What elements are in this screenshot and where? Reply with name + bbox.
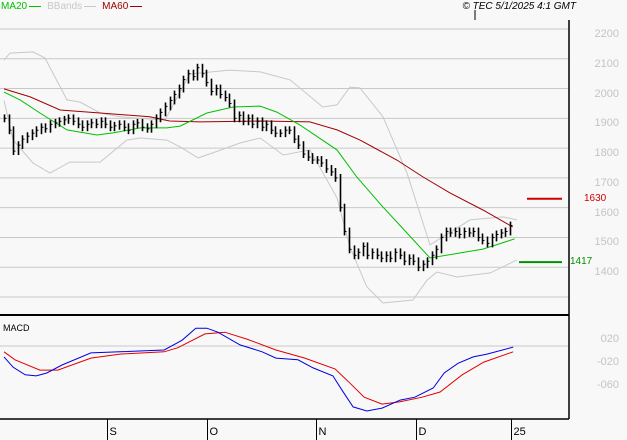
x-tick-label: O bbox=[209, 426, 219, 438]
y-tick-label: 2100 bbox=[594, 57, 619, 70]
y-tick-label: 1500 bbox=[594, 236, 619, 249]
legend-ma20: MA20 bbox=[1, 1, 42, 12]
legend-ma60: MA60 bbox=[102, 1, 143, 12]
tag-label-ma20: 1417 bbox=[570, 256, 593, 268]
y-tick-label: 2000 bbox=[594, 87, 619, 100]
y-tick-label: 1600 bbox=[594, 206, 619, 219]
macd-line bbox=[3, 327, 514, 412]
price-chart bbox=[0, 10, 570, 440]
x-tick-label: 25 bbox=[513, 426, 526, 438]
macd-y-tick-label: -060 bbox=[596, 379, 619, 391]
ma60-line bbox=[3, 88, 514, 228]
macd-y-tick-label: -020 bbox=[596, 356, 619, 368]
macd-title: MACD bbox=[3, 323, 30, 333]
y-tick-label: 1400 bbox=[594, 266, 619, 279]
y-tick-label: 1900 bbox=[594, 117, 619, 130]
copyright: © TEC 5/1/2025 4:1 GMT bbox=[462, 1, 576, 12]
legend-bbands: BBands bbox=[47, 1, 97, 12]
tag-label-ma60: 1630 bbox=[584, 192, 607, 204]
macd-y-tick-label: 020 bbox=[600, 333, 619, 345]
x-tick-label: S bbox=[109, 426, 117, 438]
ma20-line bbox=[3, 91, 515, 259]
y-tick-label: 1700 bbox=[594, 176, 619, 189]
y-tick-label: 1800 bbox=[594, 147, 619, 160]
legend: MA20 BBands MA60 bbox=[1, 1, 143, 12]
macd-signal-line bbox=[3, 331, 514, 405]
x-tick-label: D bbox=[418, 426, 427, 438]
x-tick-label: N bbox=[318, 426, 327, 438]
y-tick-label: 2200 bbox=[594, 28, 619, 40]
bbands-lower-line bbox=[3, 100, 518, 304]
